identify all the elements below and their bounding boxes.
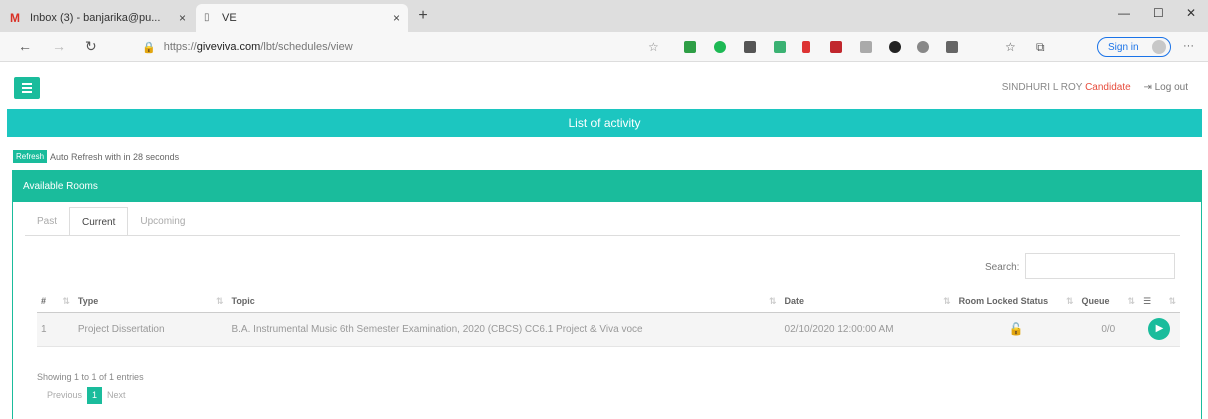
schedule-tabs: Past Current Upcoming [25,207,197,236]
url-path: /lbt/schedules/view [260,41,353,53]
tab-upcoming[interactable]: Upcoming [128,207,197,236]
sign-in-button[interactable]: Sign in [1097,37,1171,57]
rooms-table: # ⇅ Type ⇅ Topic ⇅ Date ⇅ Room Locked Status… [37,292,1180,347]
search-input[interactable] [1025,253,1175,279]
page-title-banner: List of activity [7,109,1202,137]
column-header-queue[interactable]: Queue ⇅ [1077,292,1139,313]
cell-queue: 0/0 [1077,312,1139,347]
search-label: Search: [985,262,1020,273]
entries-info: Showing 1 to 1 of 1 entries [37,372,144,382]
browser-tab-title: Inbox (3) - banjarika@pu... [30,12,161,24]
auto-refresh: Refresh Auto Refresh with in 28 seconds [13,150,179,163]
column-header-topic[interactable]: Topic ⇅ [227,292,781,313]
column-header-number[interactable]: # ⇅ [37,292,74,313]
logout-label: Log out [1154,82,1188,93]
pagination: Previous 1 Next [42,387,131,404]
collections-icon[interactable]: ⧉ [1036,40,1045,55]
extension-icon[interactable] [917,41,929,53]
address-bar: ← → ↻ 🔒 https://giveviva.com/lbt/schedul… [0,32,1208,62]
page-button-current[interactable]: 1 [87,387,103,404]
favorite-star-icon[interactable]: ☆ [648,40,659,54]
table-row: 1 Project Dissertation B.A. Instrumental… [37,312,1180,347]
next-page-button[interactable]: Next [102,387,131,404]
join-room-button[interactable]: ▶ [1148,318,1171,340]
extension-icon[interactable] [889,41,901,53]
gmail-icon: M [10,11,20,25]
column-header-type[interactable]: Type ⇅ [73,292,228,313]
user-info: SINDHURI L ROY Candidate ⇥ Log out [1002,82,1188,93]
extension-icon[interactable] [744,41,756,53]
extension-icon[interactable] [774,41,786,53]
lock-icon: 🔒 [142,41,156,54]
new-tab-button[interactable]: + [414,8,432,26]
favorites-icon[interactable]: ☆ [1005,40,1016,54]
list-icon: ☰ [1142,296,1152,307]
browser-tab-ve[interactable]: ▯ VE × [196,4,408,32]
cell-date: 02/10/2020 12:00:00 AM [780,312,955,347]
cell-type: Project Dissertation [73,312,228,347]
auto-refresh-text: Auto Refresh with in 28 seconds [50,151,180,162]
cell-locked-status: 🔓 [954,312,1078,347]
url-prefix: https:// [163,41,197,53]
user-name: SINDHURI L ROY [1001,82,1083,93]
sign-in-label: Sign in [1108,41,1139,53]
column-header-actions[interactable]: ☰ ⇅ [1138,292,1180,313]
column-header-room-locked-status[interactable]: Room Locked Status ⇅ [954,292,1078,313]
extension-icon[interactable] [830,41,842,53]
url-domain: giveviva.com [196,41,261,53]
minimize-icon[interactable]: — [1118,6,1130,20]
extension-icon[interactable] [684,41,696,53]
previous-page-button[interactable]: Previous [42,387,87,404]
forward-icon[interactable]: → [52,38,66,54]
column-header-date[interactable]: Date ⇅ [780,292,955,313]
unlock-icon: 🔓 [1008,322,1024,336]
close-icon[interactable]: × [393,11,400,25]
cell-topic: B.A. Instrumental Music 6th Semester Exa… [227,312,781,347]
browser-tab-title: VE [222,12,237,24]
refresh-icon[interactable]: ↻ [85,38,97,55]
more-menu-icon[interactable]: ··· [1183,40,1194,52]
extension-icon[interactable] [802,41,810,53]
table-header-row: # ⇅ Type ⇅ Topic ⇅ Date ⇅ Room Locked Status… [37,292,1180,313]
back-icon[interactable]: ← [18,38,32,54]
user-role: Candidate [1085,82,1131,93]
tab-current[interactable]: Current [69,207,129,236]
maximize-icon[interactable]: ☐ [1153,6,1164,20]
window-close-icon[interactable]: ✕ [1186,6,1196,20]
refresh-button[interactable]: Refresh [13,150,48,163]
logout-link[interactable]: ⇥ Log out [1143,82,1188,93]
cell-action: ▶ [1138,312,1180,347]
page-icon: ▯ [204,12,210,23]
url-field[interactable]: 🔒 https://giveviva.com/lbt/schedules/vie… [142,36,672,58]
logout-icon: ⇥ [1143,82,1152,93]
tab-past[interactable]: Past [25,207,69,236]
avatar [1152,40,1166,54]
panel-title: Available Rooms [13,171,1201,202]
extension-icon[interactable] [946,41,958,53]
tab-divider [25,235,1180,236]
browser-tab-gmail[interactable]: M Inbox (3) - banjarika@pu... × [2,4,194,32]
cell-number: 1 [37,312,74,347]
menu-toggle-button[interactable] [14,77,40,99]
extension-icon[interactable] [860,41,872,53]
close-icon[interactable]: × [179,11,186,25]
extension-icon[interactable] [714,41,726,53]
browser-tab-strip: M Inbox (3) - banjarika@pu... × ▯ VE × +… [0,0,1208,32]
